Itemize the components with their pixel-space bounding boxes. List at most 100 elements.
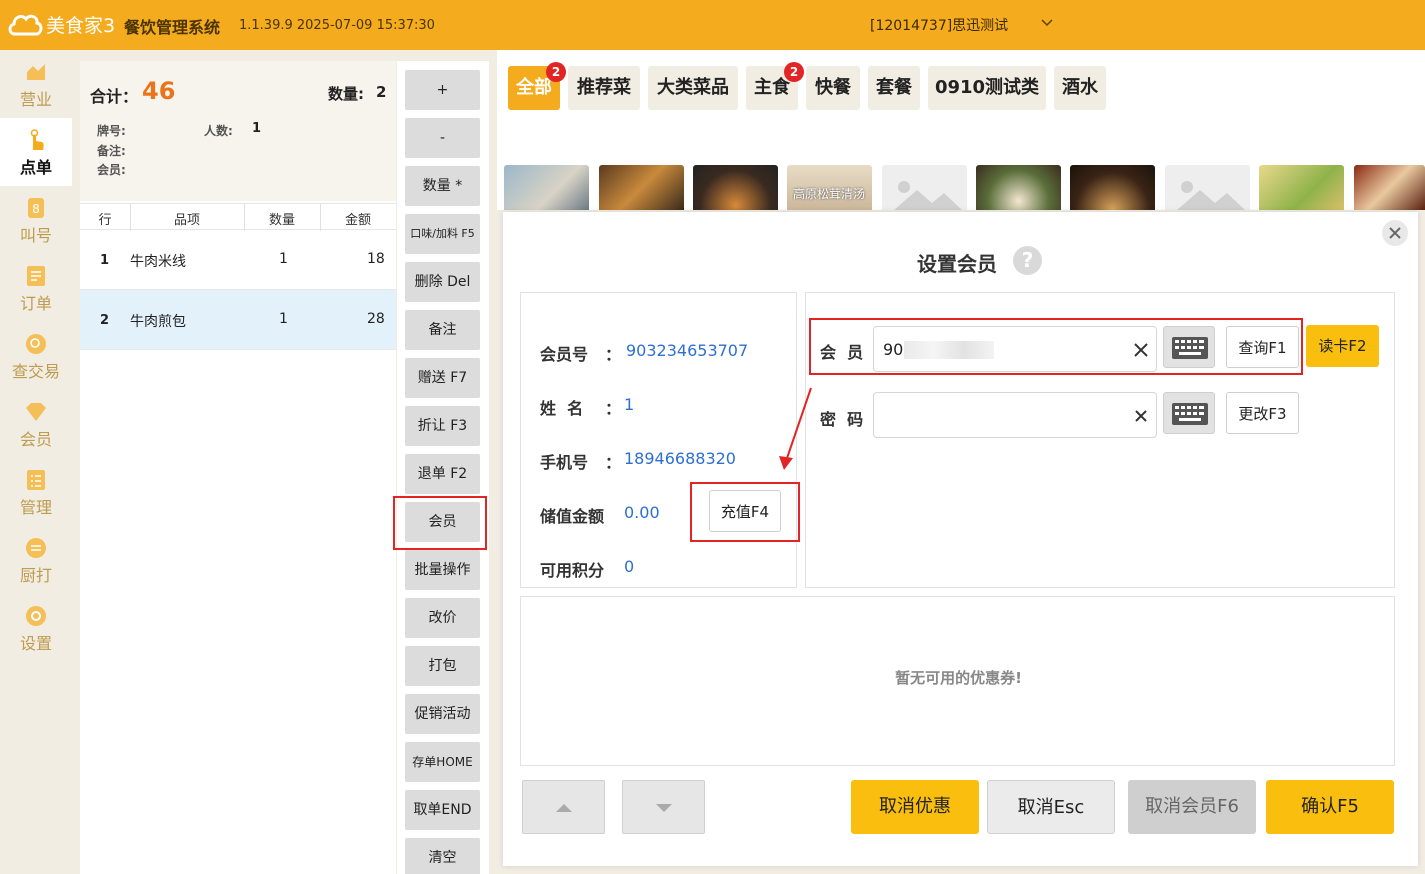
category-fast-food[interactable]: 快餐 <box>806 66 860 110</box>
dish-thumbnail[interactable] <box>504 165 589 210</box>
side-nav: 营业 点单 8 叫号 订单 查交易 会员 管理 厨打 设置 <box>0 50 72 874</box>
member-info-panel: 会员号 ： 903234653707 姓 名 ： 1 手机号 ： 1894668… <box>520 292 797 588</box>
discount-button[interactable]: 折让 F3 <box>405 406 480 446</box>
colon: ： <box>605 345 622 364</box>
taste-addon-button[interactable]: 口味/加料 F5 <box>405 214 480 254</box>
category-all[interactable]: 全部 2 <box>508 62 566 110</box>
nav-label: 管理 <box>19 498 52 517</box>
phone-label: 手机号 <box>540 453 589 472</box>
plus-button[interactable]: + <box>405 70 480 110</box>
triangle-down-icon <box>656 804 672 812</box>
category-test[interactable]: 0910测试类 <box>928 66 1046 110</box>
close-button[interactable] <box>1382 220 1408 246</box>
pack-button[interactable]: 打包 <box>405 646 480 686</box>
retrieve-order-button[interactable]: 取单END <box>405 790 480 830</box>
batch-button[interactable]: 批量操作 <box>405 550 480 590</box>
category-badge: 2 <box>784 62 804 82</box>
dish-thumbnail[interactable] <box>1354 165 1425 210</box>
dish-thumbnail[interactable] <box>1070 165 1155 210</box>
category-drinks[interactable]: 酒水 <box>1054 66 1106 110</box>
row-item: 牛肉煎包 <box>130 314 186 330</box>
nav-item-transactions[interactable]: 查交易 <box>0 322 72 390</box>
clear-icon[interactable] <box>1134 409 1148 423</box>
nav-item-orders[interactable]: 订单 <box>0 254 72 322</box>
note-button[interactable]: 备注 <box>405 310 480 350</box>
col-line: 行 <box>98 213 112 228</box>
category-label: 主食 <box>754 77 790 98</box>
keyboard-icon <box>1172 403 1208 425</box>
clear-button[interactable]: 清空 <box>405 838 480 874</box>
nav-item-call-number[interactable]: 8 叫号 <box>0 186 72 254</box>
member-label: 会员: <box>97 163 126 177</box>
col-amount: 金额 <box>344 213 371 228</box>
nav-item-business[interactable]: 营业 <box>0 50 72 118</box>
nav-item-settings[interactable]: 设置 <box>0 594 72 662</box>
category-badge: 2 <box>546 62 566 82</box>
nav-label: 会员 <box>19 430 52 449</box>
action-column: + - 数量 * 口味/加料 F5 删除 Del 备注 赠送 F7 折让 F3 … <box>397 61 489 874</box>
set-member-dialog: 设置会员 ? 会员号 ： 903234653707 姓 名 ： 1 手机号 ： … <box>503 212 1418 866</box>
col-item: 品项 <box>173 213 200 228</box>
dish-thumbnail[interactable]: 高原松茸清汤 <box>787 165 872 210</box>
change-price-button[interactable]: 改价 <box>405 598 480 638</box>
balance-label: 储值金额 <box>540 507 605 526</box>
nav-label: 叫号 <box>19 226 52 245</box>
total-label: 合计： <box>90 87 139 106</box>
version-info: 1.1.39.9 2025-07-09 15:37:30 <box>239 18 435 33</box>
category-set-meal[interactable]: 套餐 <box>868 66 920 110</box>
delete-button[interactable]: 删除 Del <box>405 262 480 302</box>
coupon-panel: 暂无可用的优惠券! <box>520 596 1395 766</box>
category-staple[interactable]: 主食 2 <box>746 62 804 110</box>
table-row[interactable]: 2 牛肉煎包 1 28 <box>80 290 396 350</box>
gift-button[interactable]: 赠送 F7 <box>405 358 480 398</box>
store-selector[interactable]: [12014737]思迅测试 <box>870 15 1008 35</box>
name-label: 姓 名 <box>540 399 584 418</box>
colon: ： <box>605 453 622 472</box>
help-icon[interactable]: ? <box>1013 246 1042 275</box>
nav-item-kitchen-print[interactable]: 厨打 <box>0 526 72 594</box>
dish-thumbnail[interactable] <box>599 165 684 210</box>
list-icon <box>27 266 45 286</box>
dish-thumbnail-placeholder[interactable] <box>882 165 967 210</box>
scroll-down-button[interactable] <box>622 780 705 834</box>
printer-icon <box>26 538 46 558</box>
change-password-button[interactable]: 更改F3 <box>1226 392 1299 434</box>
plate-label: 牌号: <box>97 124 126 138</box>
read-card-button[interactable]: 读卡F2 <box>1306 325 1379 367</box>
quantity-button[interactable]: 数量 * <box>405 166 480 206</box>
chevron-down-icon[interactable] <box>1040 16 1054 30</box>
category-label: 酒水 <box>1062 77 1098 98</box>
dish-thumbnail[interactable] <box>693 165 778 210</box>
save-order-button[interactable]: 存单HOME <box>405 742 480 782</box>
row-qty: 1 <box>279 311 288 327</box>
promotion-button[interactable]: 促销活动 <box>405 694 480 734</box>
category-label: 大类菜品 <box>657 77 729 98</box>
nav-item-manage[interactable]: 管理 <box>0 458 72 526</box>
cancel-esc-button[interactable]: 取消Esc <box>987 780 1115 834</box>
tap-hand-icon <box>30 129 44 150</box>
member-no-value: 903234653707 <box>626 341 749 360</box>
confirm-button[interactable]: 确认F5 <box>1266 780 1394 834</box>
minus-button[interactable]: - <box>405 118 480 158</box>
dish-thumbnail[interactable] <box>1259 165 1344 210</box>
row-item: 牛肉米线 <box>130 254 186 270</box>
cancel-discount-button[interactable]: 取消优惠 <box>851 780 979 834</box>
name-value: 1 <box>624 395 635 414</box>
nav-item-order[interactable]: 点单 <box>0 118 72 186</box>
dish-thumbnail-placeholder[interactable] <box>1165 165 1250 210</box>
people-label: 人数: <box>204 124 233 138</box>
return-button[interactable]: 退单 F2 <box>405 454 480 494</box>
keyboard-button[interactable] <box>1163 392 1215 434</box>
order-summary: 合计： 46 数量: 2 牌号: 人数: 1 备注: 会员: <box>80 61 396 201</box>
no-coupon-message: 暂无可用的优惠券! <box>895 669 1022 687</box>
scroll-up-button[interactable] <box>522 780 605 834</box>
category-main-dishes[interactable]: 大类菜品 <box>648 66 738 110</box>
dish-thumbnail[interactable] <box>976 165 1061 210</box>
table-row[interactable]: 1 牛肉米线 1 18 <box>80 230 396 290</box>
cancel-member-button[interactable]: 取消会员F6 <box>1128 780 1256 834</box>
nav-label: 厨打 <box>19 566 52 585</box>
password-input[interactable] <box>873 392 1157 438</box>
nav-item-member[interactable]: 会员 <box>0 390 72 458</box>
note-label: 备注: <box>97 144 126 158</box>
category-recommended[interactable]: 推荐菜 <box>568 66 640 110</box>
